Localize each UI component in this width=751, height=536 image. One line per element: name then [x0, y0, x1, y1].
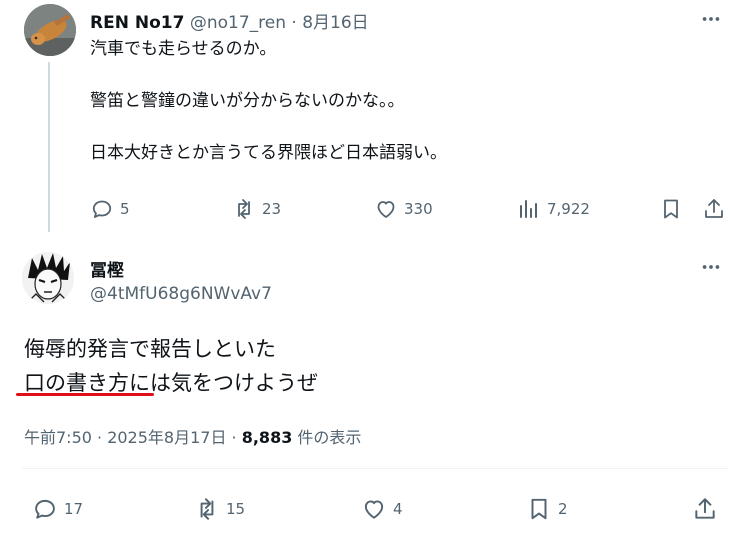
reply-button[interactable]: 17	[32, 496, 83, 522]
bookmark-button[interactable]	[659, 197, 683, 221]
avatar-togashi[interactable]	[22, 252, 74, 304]
bookmark-count: 2	[558, 500, 568, 518]
more-icon	[702, 17, 720, 21]
bookmark-button[interactable]: 2	[526, 496, 568, 522]
bookmark-icon	[664, 199, 678, 219]
repost-button[interactable]: 15	[194, 496, 245, 522]
reply-button[interactable]: 5	[90, 197, 130, 221]
repost-button[interactable]: 23	[232, 197, 281, 221]
tweet-timestamp[interactable]: 午前7:50 · 2025年8月17日 ·	[24, 428, 242, 447]
parent-tweet-text: 汽車でも走らせるのか。 警笛と警鐘の違いが分からないのかな。。 日本大好きとか言…	[90, 38, 447, 164]
parent-tweet-header: REN No17 @no17_ren · 8月16日	[90, 8, 369, 33]
cat-photo-icon	[24, 4, 76, 56]
like-button[interactable]: 330	[374, 197, 433, 221]
tweet-metadata: 午前7:50 · 2025年8月17日 · 8,883 件の表示	[24, 424, 361, 448]
separator-dot: ·	[291, 13, 297, 33]
reply-count: 5	[120, 200, 130, 218]
tweet-line: 汽車でも走らせるのか。	[90, 39, 277, 59]
like-count: 330	[404, 200, 433, 218]
tweet-line: 侮辱的発言で報告しといた	[24, 337, 276, 361]
divider	[22, 468, 728, 469]
author-handle[interactable]: @4tMfU68g6NWvAv7	[90, 284, 272, 304]
author-name[interactable]: REN No17	[90, 13, 184, 33]
more-icon	[702, 265, 720, 269]
like-icon	[364, 500, 384, 519]
views-button[interactable]: 7,922	[517, 197, 590, 221]
red-underline-annotation	[16, 393, 154, 396]
repost-count: 15	[226, 500, 246, 518]
tweet-line: 日本大好きとか言うてる界隈ほど日本語弱い。	[90, 143, 447, 163]
view-count: 8,883	[241, 428, 293, 447]
reply-tweet-text: 侮辱的発言で報告しといた 口の書き方には気をつけようぜ	[24, 332, 318, 400]
author-handle[interactable]: @no17_ren	[190, 13, 286, 33]
like-button[interactable]: 4	[361, 496, 403, 522]
repost-icon	[200, 498, 214, 520]
views-icon	[520, 200, 537, 218]
tweet-line: 警笛と警鐘の違いが分からないのかな。。	[90, 91, 405, 111]
share-button[interactable]	[702, 197, 726, 221]
thread-connector-line	[48, 62, 50, 232]
share-icon	[705, 199, 723, 218]
like-icon	[377, 201, 395, 218]
repost-icon	[238, 199, 250, 219]
reply-count: 17	[64, 500, 84, 518]
view-count: 7,922	[547, 200, 590, 218]
author-name[interactable]: 冨樫	[90, 256, 124, 281]
repost-count: 23	[262, 200, 282, 218]
share-button[interactable]	[692, 496, 718, 522]
reply-icon	[92, 200, 112, 218]
share-icon	[695, 498, 715, 519]
reply-icon	[35, 499, 55, 519]
bookmark-icon	[531, 498, 547, 520]
manga-portrait-icon	[22, 252, 74, 304]
like-count: 4	[393, 500, 403, 518]
more-options-button[interactable]	[700, 8, 722, 30]
avatar-ren[interactable]	[24, 4, 76, 56]
more-options-button[interactable]	[700, 256, 722, 278]
tweet-date[interactable]: 8月16日	[302, 13, 368, 33]
view-label: 件の表示	[292, 428, 362, 447]
